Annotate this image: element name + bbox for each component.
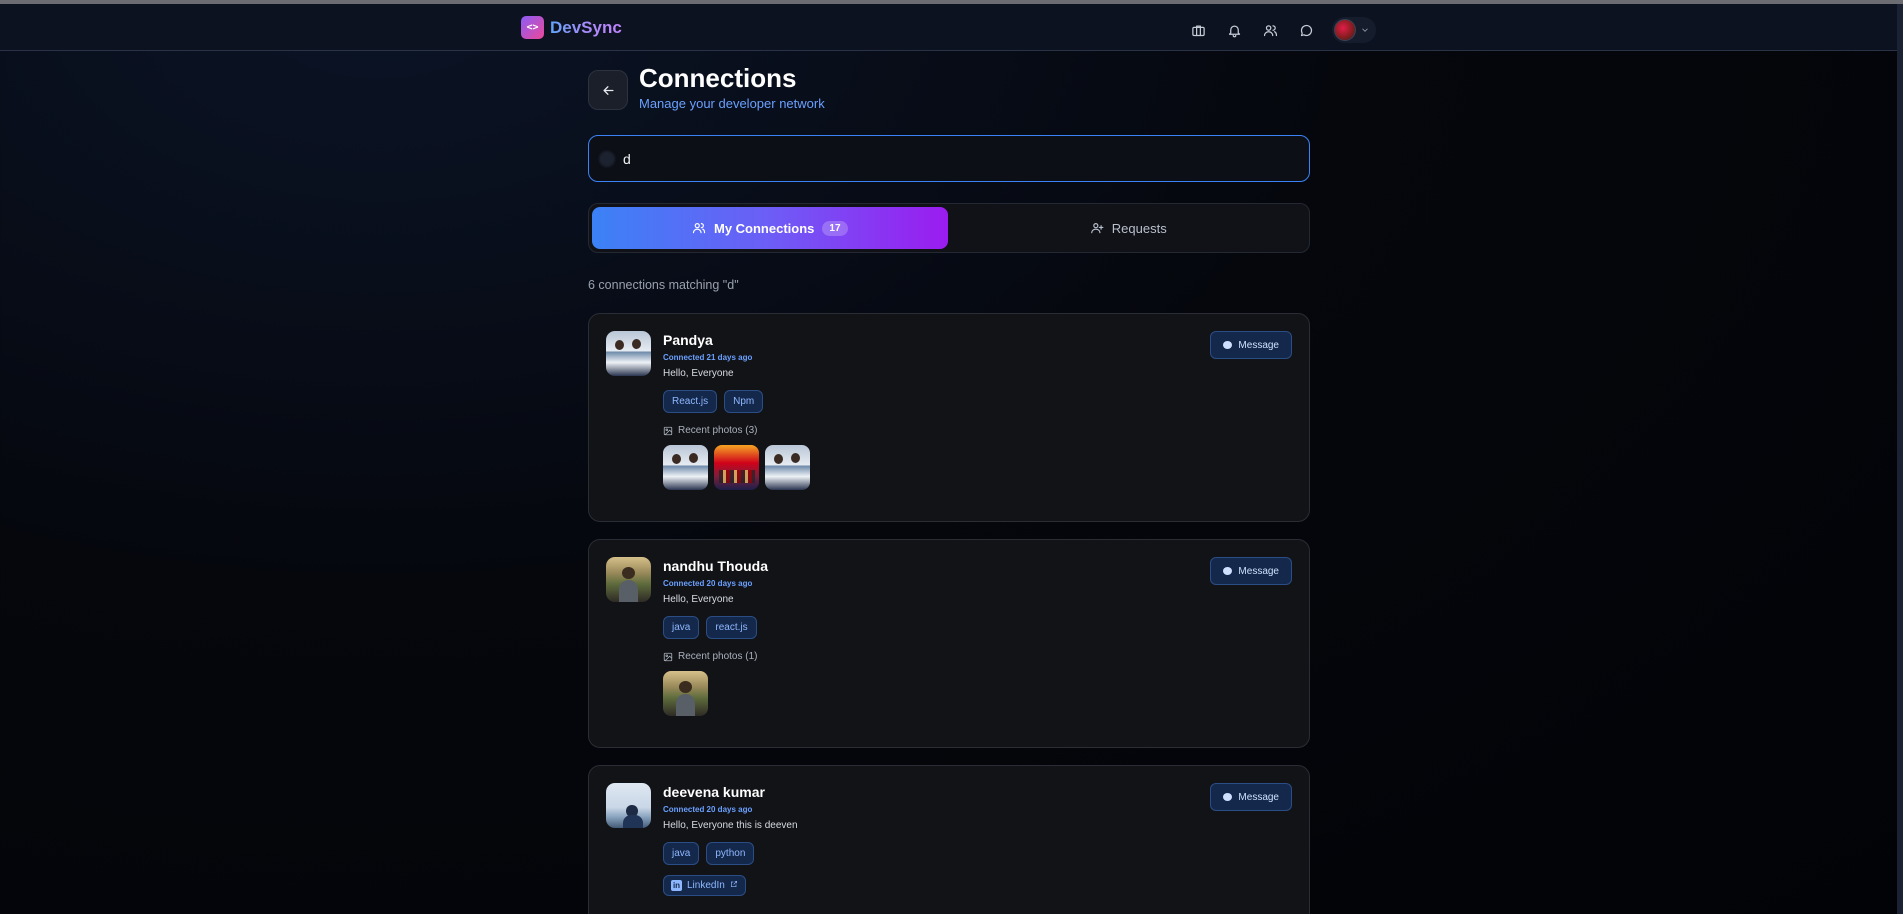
connection-avatar[interactable] (606, 783, 651, 828)
message-label: Message (1238, 565, 1279, 577)
user-plus-icon (1090, 223, 1104, 234)
chat-icon[interactable] (1294, 18, 1318, 42)
brand[interactable]: <> DevSync (521, 16, 622, 39)
skill-tags: java react.js (663, 616, 768, 639)
message-button[interactable]: Message (1210, 557, 1292, 585)
search-icon (599, 150, 615, 167)
tab-requests[interactable]: Requests (951, 207, 1307, 249)
connection-tabs: My Connections 17 Requests (588, 203, 1310, 253)
photo-thumbnail[interactable] (714, 445, 759, 490)
connection-bio: Hello, Everyone (663, 594, 734, 605)
linkedin-label: LinkedIn (687, 880, 725, 891)
users-icon (692, 223, 706, 234)
connection-info: deevena kumar Connected 20 days ago Hell… (663, 784, 798, 896)
top-navbar: <> DevSync (0, 4, 1897, 51)
connection-card: nandhu Thouda Connected 20 days ago Hell… (588, 539, 1310, 748)
message-icon (1223, 341, 1233, 349)
user-avatar (1334, 19, 1356, 41)
connection-name[interactable]: nandhu Thouda (663, 558, 768, 574)
scrollbar-track[interactable] (1897, 4, 1903, 914)
recent-photos (663, 671, 768, 716)
bell-icon[interactable] (1222, 18, 1246, 42)
skill-tag: react.js (706, 616, 757, 639)
message-label: Message (1238, 339, 1279, 351)
skill-tag: java (663, 842, 700, 865)
connected-since: Connected 21 days ago (663, 353, 753, 362)
skill-tags: React.js Npm (663, 390, 810, 413)
tab-label: My Connections (713, 220, 815, 236)
photo-thumbnail[interactable] (663, 671, 708, 716)
search-box (588, 135, 1310, 182)
page-header: Connections Manage your developer networ… (588, 64, 825, 111)
nav-actions (1186, 17, 1376, 43)
photo-thumbnail[interactable] (663, 445, 708, 490)
tab-label: Requests (1111, 220, 1167, 236)
message-label: Message (1238, 791, 1279, 803)
connection-name[interactable]: deevena kumar (663, 784, 798, 800)
image-icon (663, 426, 673, 435)
connection-card: deevena kumar Connected 20 days ago Hell… (588, 765, 1310, 914)
back-button[interactable] (588, 70, 628, 110)
app-name: DevSync (550, 17, 622, 37)
user-menu[interactable] (1332, 17, 1376, 43)
linkedin-link[interactable]: in LinkedIn (663, 875, 746, 896)
recent-photos-text: Recent photos (1) (678, 651, 758, 662)
page-title: Connections (639, 63, 797, 93)
connected-since: Connected 20 days ago (663, 579, 753, 588)
skill-tag: java (663, 616, 700, 639)
connections-count-badge: 17 (822, 220, 848, 236)
skill-tag: python (706, 842, 755, 865)
connection-card: Pandya Connected 21 days ago Hello, Ever… (588, 313, 1310, 522)
recent-photos-text: Recent photos (3) (678, 425, 758, 436)
chevron-down-icon (1362, 28, 1368, 32)
recent-photos (663, 445, 810, 490)
message-icon (1223, 793, 1233, 801)
photo-thumbnail[interactable] (765, 445, 810, 490)
search-input[interactable] (623, 150, 1263, 167)
skill-tag: React.js (663, 390, 718, 413)
message-icon (1223, 567, 1233, 575)
connection-bio: Hello, Everyone this is deeven (663, 820, 798, 831)
tab-my-connections[interactable]: My Connections 17 (592, 207, 948, 249)
image-icon (663, 652, 673, 661)
recent-photos-label: Recent photos (3) (663, 425, 810, 436)
skill-tags: java python (663, 842, 798, 865)
briefcase-icon[interactable] (1186, 18, 1210, 42)
connected-since: Connected 20 days ago (663, 805, 753, 814)
connection-avatar[interactable] (606, 331, 651, 376)
connection-info: Pandya Connected 21 days ago Hello, Ever… (663, 332, 810, 490)
skill-tag: Npm (724, 390, 764, 413)
results-summary: 6 connections matching "d" (588, 278, 739, 292)
users-icon[interactable] (1258, 18, 1282, 42)
external-link-icon (730, 880, 738, 891)
connection-avatar[interactable] (606, 557, 651, 602)
page-subtitle: Manage your developer network (639, 96, 825, 111)
recent-photos-label: Recent photos (1) (663, 651, 768, 662)
connection-name[interactable]: Pandya (663, 332, 810, 348)
message-button[interactable]: Message (1210, 783, 1292, 811)
message-button[interactable]: Message (1210, 331, 1292, 359)
code-logo-icon: <> (521, 16, 544, 39)
linkedin-icon: in (671, 880, 682, 891)
connection-bio: Hello, Everyone (663, 368, 734, 379)
connection-info: nandhu Thouda Connected 20 days ago Hell… (663, 558, 768, 716)
arrow-left-icon (603, 85, 613, 95)
